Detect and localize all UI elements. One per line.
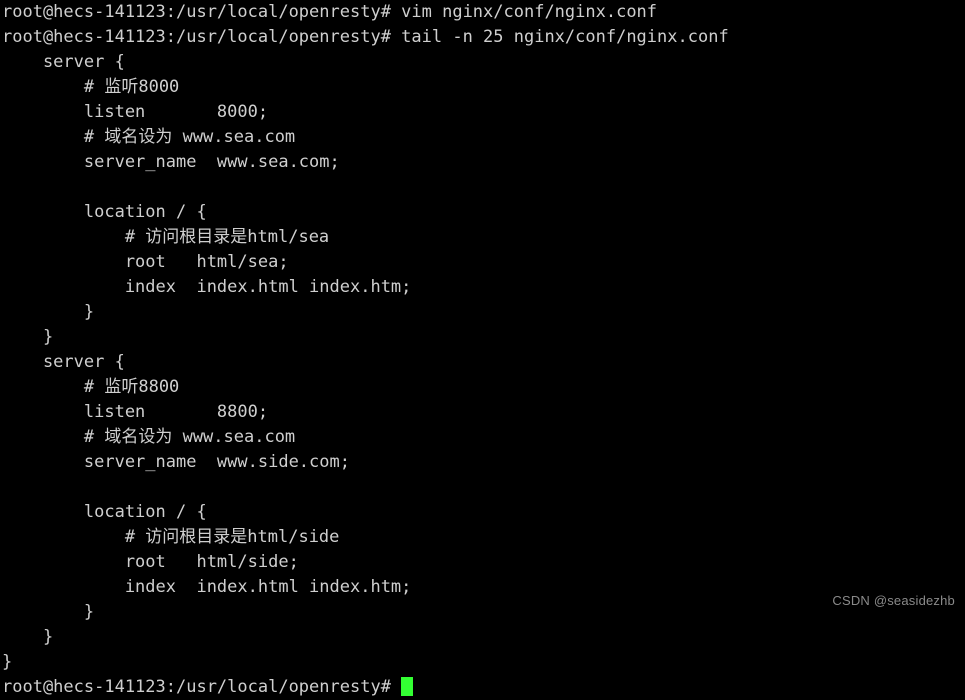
terminal-line: } [2, 602, 95, 622]
terminal-line: location / { [2, 502, 207, 522]
terminal-line: } [2, 652, 13, 672]
terminal-cursor [401, 677, 414, 696]
terminal-line: location / { [2, 202, 207, 222]
terminal-line: listen 8800; [2, 402, 269, 422]
terminal-line: index index.html index.htm; [2, 577, 412, 597]
terminal-line: } [2, 627, 54, 647]
terminal-line: # 访问根目录是html/side [2, 527, 340, 547]
terminal-line: # 域名设为 www.sea.com [2, 127, 296, 147]
terminal-line: } [2, 302, 95, 322]
terminal-line: # 监听8000 [2, 77, 180, 97]
terminal-line: } [2, 327, 54, 347]
terminal-line: server { [2, 352, 125, 372]
terminal-line: server { [2, 52, 125, 72]
terminal-line: # 监听8800 [2, 377, 180, 397]
terminal-line: root@hecs-141123:/usr/local/openresty# v… [2, 2, 658, 22]
terminal-line: root html/sea; [2, 252, 289, 272]
terminal-line: listen 8000; [2, 102, 269, 122]
shell-prompt: root@hecs-141123:/usr/local/openresty# [2, 677, 402, 697]
terminal-line: index index.html index.htm; [2, 277, 412, 297]
terminal-line: root html/side; [2, 552, 299, 572]
terminal-line: root@hecs-141123:/usr/local/openresty# t… [2, 27, 729, 47]
csdn-watermark: CSDN @seasidezhb [832, 593, 955, 608]
terminal-prompt-line[interactable]: root@hecs-141123:/usr/local/openresty# [0, 675, 965, 700]
terminal-line: server_name www.side.com; [2, 452, 350, 472]
terminal-line: # 访问根目录是html/sea [2, 227, 330, 247]
terminal-line: # 域名设为 www.sea.com [2, 427, 296, 447]
terminal-window[interactable]: root@hecs-141123:/usr/local/openresty# v… [0, 0, 965, 697]
terminal-line: server_name www.sea.com; [2, 152, 340, 172]
